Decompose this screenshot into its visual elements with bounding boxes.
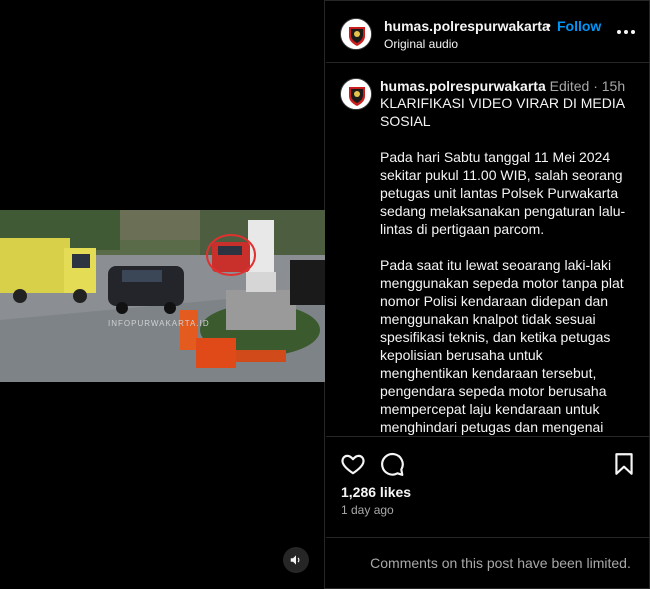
caption-line: lintas di pertigaan parcom.: [380, 221, 545, 237]
police-logo-icon: [341, 79, 371, 109]
caption-line: nomor Polisi kendaraan didepan dan: [380, 293, 609, 309]
caption-line: SOSIAL: [380, 113, 431, 129]
caption-line: sedang melaksanakan pengaturan lalu-: [380, 203, 626, 219]
comment-icon[interactable]: [379, 451, 405, 477]
caption-line: KLARIFIKASI VIDEO VIRAR DI MEDIA: [380, 95, 626, 111]
more-options-icon[interactable]: [615, 24, 637, 40]
post-video[interactable]: INFOPURWAKARTA.ID: [0, 210, 325, 382]
caption-line: menghentikan kendaraan tersebut,: [380, 365, 597, 381]
caption-line: menggunakan sepeda motor tanpa plat: [380, 275, 624, 291]
caption-blank-line: [380, 130, 642, 148]
follow-button[interactable]: Follow: [557, 18, 601, 34]
avatar[interactable]: [340, 18, 372, 50]
speaker-icon: [290, 555, 300, 565]
caption-line: sekitar pukul 11.00 WIB, salah seorang: [380, 167, 623, 183]
caption-line: petugas unit lantas Polsek Purwakarta: [380, 185, 619, 201]
caption-line: pengendara sepeda motor berusaha: [380, 383, 607, 399]
avatar[interactable]: [340, 78, 372, 110]
caption-line: Pada hari Sabtu tanggal 11 Mei 2024: [380, 149, 611, 165]
bookmark-icon[interactable]: [611, 451, 637, 477]
caption-meta: Edited · 15h: [549, 78, 626, 94]
action-bar: 1,286 likes 1 day ago: [326, 436, 650, 538]
caption-line: Pada saat itu lewat seoarang laki-laki: [380, 257, 612, 273]
caption-blank-line: [380, 238, 642, 256]
audio-label[interactable]: Original audio: [384, 37, 458, 51]
likes-count[interactable]: 1,286 likes: [341, 484, 411, 500]
svg-text:INFOPURWAKARTA.ID: INFOPURWAKARTA.ID: [108, 319, 210, 328]
caption-section: humas.polrespurwakarta Edited · 15h KLAR…: [326, 64, 650, 436]
media-panel: INFOPURWAKARTA.ID: [0, 0, 325, 589]
post-sidebar: humas.polrespurwakarta • Follow Original…: [326, 0, 650, 589]
post-header: humas.polrespurwakarta • Follow Original…: [326, 0, 650, 63]
caption-line: spesifikasi teknis, dan ketika petugas: [380, 329, 611, 345]
post-timestamp[interactable]: 1 day ago: [341, 503, 394, 517]
caption-line: mempercepat laju kendaraan untuk: [380, 401, 600, 417]
heart-icon[interactable]: [340, 451, 366, 477]
caption-line: menggunakan knalpot tidak sesuai: [380, 311, 596, 327]
video-frame: INFOPURWAKARTA.ID: [0, 210, 325, 382]
comments-limited-notice: Comments on this post have been limited.: [370, 555, 631, 571]
caption-line: kepolisian berusaha untuk: [380, 347, 543, 363]
caption-header: humas.polrespurwakarta Edited · 15h: [380, 78, 625, 94]
caption-line: menghindari petugas dan mengenai: [380, 419, 604, 435]
caption-username[interactable]: humas.polrespurwakarta: [380, 78, 546, 94]
separator-dot: •: [546, 17, 551, 33]
police-logo-icon: [341, 19, 371, 49]
caption-text: KLARIFIKASI VIDEO VIRAR DI MEDIA SOSIAL Pa…: [380, 94, 642, 436]
audio-toggle-button[interactable]: [283, 547, 309, 573]
post-author-username[interactable]: humas.polrespurwakarta: [384, 18, 550, 34]
